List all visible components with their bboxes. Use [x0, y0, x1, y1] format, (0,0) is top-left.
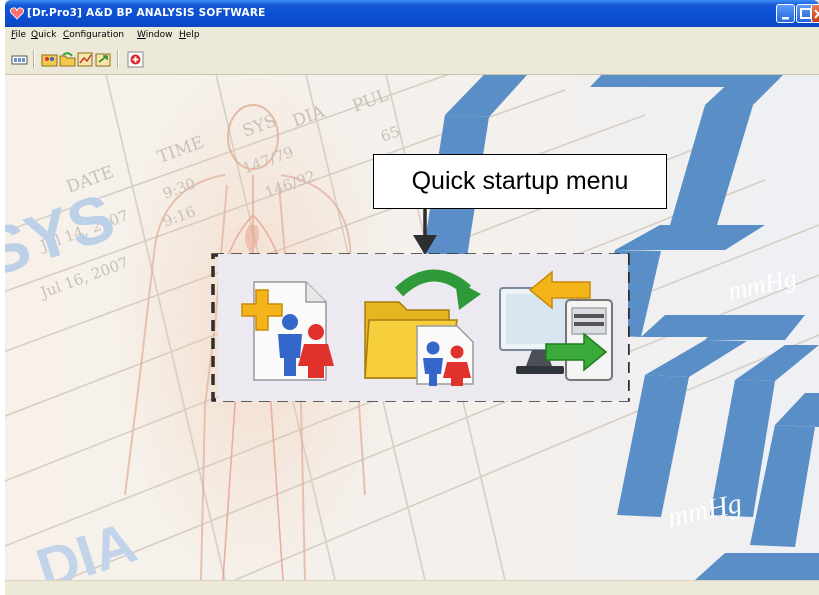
menu-bar: File Quick Configuration Window Help — [5, 27, 819, 46]
title-bar[interactable]: [Dr.Pro3] A&D BP ANALYSIS SOFTWARE — [5, 0, 819, 27]
toolbar — [5, 46, 819, 75]
app-logo-icon — [10, 7, 24, 20]
minimize-button[interactable] — [776, 4, 795, 23]
menu-file[interactable]: File — [11, 30, 26, 40]
window-title: [Dr.Pro3] A&D BP ANALYSIS SOFTWARE — [27, 7, 266, 19]
open-patient-icon — [364, 269, 481, 386]
export-button[interactable] — [95, 51, 112, 68]
new-patient-icon — [241, 281, 334, 381]
patient-folder-icon — [41, 54, 58, 67]
close-icon — [814, 9, 819, 19]
measurement-tool-button[interactable] — [11, 51, 28, 68]
new-patient-button[interactable] — [224, 262, 352, 390]
patient-folder-button[interactable] — [41, 51, 58, 68]
data-transfer-icon — [499, 270, 613, 381]
add-record-button[interactable] — [127, 51, 144, 68]
toolbar-separator — [117, 50, 119, 68]
open-folder-button[interactable] — [59, 51, 76, 68]
menu-quick[interactable]: Quick — [31, 30, 56, 40]
open-patient-button[interactable] — [359, 262, 487, 390]
chart-edit-icon — [77, 52, 93, 67]
chart-edit-button[interactable] — [77, 51, 94, 68]
app-window: [Dr.Pro3] A&D BP ANALYSIS SOFTWARE File … — [5, 0, 819, 595]
menu-help[interactable]: Help — [179, 30, 200, 40]
menu-window[interactable]: Window — [137, 30, 173, 40]
open-folder-icon — [59, 52, 76, 67]
quick-startup-callout: Quick startup menu — [373, 154, 667, 209]
close-button[interactable] — [811, 4, 819, 23]
callout-text: Quick startup menu — [411, 167, 629, 195]
measurement-icon — [11, 55, 28, 65]
minimize-icon — [782, 17, 789, 20]
add-record-icon — [127, 51, 144, 68]
quick-startup-menu — [218, 254, 628, 401]
export-icon — [95, 53, 111, 67]
data-transfer-button[interactable] — [494, 262, 622, 390]
menu-configuration[interactable]: Configuration — [63, 30, 124, 40]
status-bar — [5, 580, 819, 595]
toolbar-separator — [33, 50, 35, 68]
